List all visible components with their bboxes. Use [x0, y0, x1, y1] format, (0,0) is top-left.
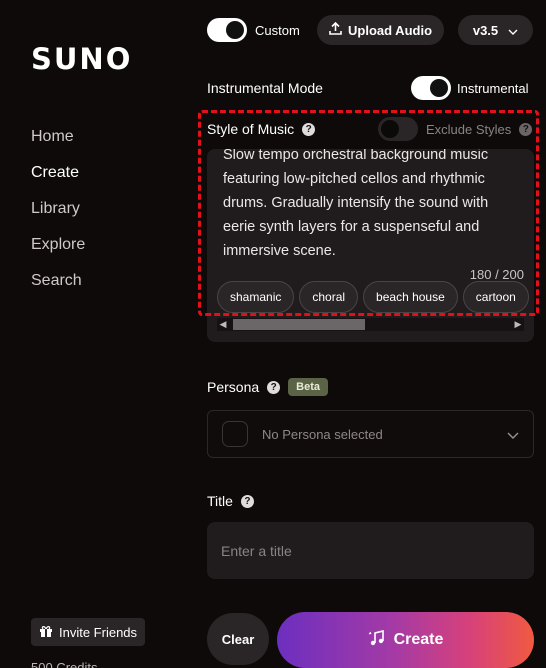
persona-heading: Persona ? Beta — [207, 378, 328, 396]
custom-toggle[interactable] — [207, 18, 247, 42]
exclude-styles-label: Exclude Styles — [426, 121, 512, 137]
sidebar-item-search[interactable]: Search — [31, 268, 85, 304]
instrumental-toggle-group: Instrumental — [411, 76, 529, 100]
style-tag[interactable]: beach house — [363, 281, 458, 313]
persona-label: Persona — [207, 379, 260, 395]
suno-logo[interactable]: SUNO — [31, 42, 132, 76]
style-tag[interactable]: choral — [299, 281, 359, 313]
create-topbar: Custom Upload Audio v3.5 — [207, 15, 534, 45]
custom-label: Custom — [255, 22, 300, 38]
instrumental-toggle[interactable] — [411, 76, 451, 100]
sidebar-item-home[interactable]: Home — [31, 124, 85, 160]
music-note-icon — [368, 629, 386, 652]
instrumental-mode-label: Instrumental Mode — [207, 80, 323, 96]
upload-icon — [329, 21, 342, 38]
exclude-styles-group: Exclude Styles ? — [378, 117, 533, 141]
help-icon[interactable]: ? — [267, 380, 281, 394]
persona-avatar-placeholder — [222, 421, 248, 447]
toggle-knob — [381, 120, 399, 138]
style-tag[interactable]: shamanic — [217, 281, 295, 313]
sidebar-nav: Home Create Library Explore Search — [31, 124, 85, 304]
style-tag-list: shamanic choral beach house cartoon — [217, 281, 529, 313]
invite-friends-button[interactable]: Invite Friends — [31, 618, 146, 646]
help-icon[interactable]: ? — [240, 494, 254, 508]
scroll-right-icon[interactable]: ▶ — [512, 319, 524, 330]
sidebar-item-library[interactable]: Library — [31, 196, 85, 232]
toggle-knob — [430, 79, 448, 97]
persona-select-value: No Persona selected — [262, 426, 383, 442]
create-button[interactable]: Create — [277, 612, 534, 668]
style-of-music-field[interactable]: Slow tempo orchestral background music f… — [207, 149, 534, 342]
upload-audio-label: Upload Audio — [348, 22, 433, 38]
create-label: Create — [393, 631, 444, 648]
sidebar-item-explore[interactable]: Explore — [31, 232, 85, 268]
character-counter: 180 / 200 — [469, 267, 524, 282]
clear-button[interactable]: Clear — [207, 613, 269, 665]
persona-select[interactable]: No Persona selected — [207, 410, 534, 458]
style-of-music-heading: Style of Music ? — [207, 121, 316, 137]
style-tag[interactable]: cartoon — [462, 281, 529, 313]
exclude-styles-toggle[interactable] — [378, 117, 418, 141]
instrumental-toggle-label: Instrumental — [457, 80, 529, 96]
help-icon[interactable]: ? — [519, 122, 533, 136]
title-label: Title — [207, 493, 233, 509]
title-heading: Title ? — [207, 493, 254, 509]
style-of-music-text[interactable]: Slow tempo orchestral background music f… — [223, 149, 523, 263]
model-version-label: v3.5 — [472, 22, 499, 38]
upload-audio-button[interactable]: Upload Audio — [317, 15, 445, 45]
model-version-select[interactable]: v3.5 — [458, 15, 533, 45]
style-of-music-label: Style of Music — [207, 121, 295, 137]
scrollbar-thumb[interactable] — [233, 319, 365, 330]
chevron-down-icon — [507, 426, 519, 442]
invite-friends-label: Invite Friends — [59, 624, 138, 640]
help-icon[interactable]: ? — [302, 122, 316, 136]
title-input[interactable] — [207, 522, 534, 579]
gift-icon — [39, 624, 53, 641]
scroll-left-icon[interactable]: ◀ — [217, 319, 229, 330]
toggle-knob — [226, 21, 244, 39]
sidebar-item-create[interactable]: Create — [31, 160, 85, 196]
chevron-down-icon — [508, 23, 518, 38]
tags-scrollbar[interactable]: ◀ ▶ — [217, 318, 524, 331]
credits-count: 500 Credits — [31, 660, 98, 668]
beta-badge: Beta — [288, 378, 328, 396]
